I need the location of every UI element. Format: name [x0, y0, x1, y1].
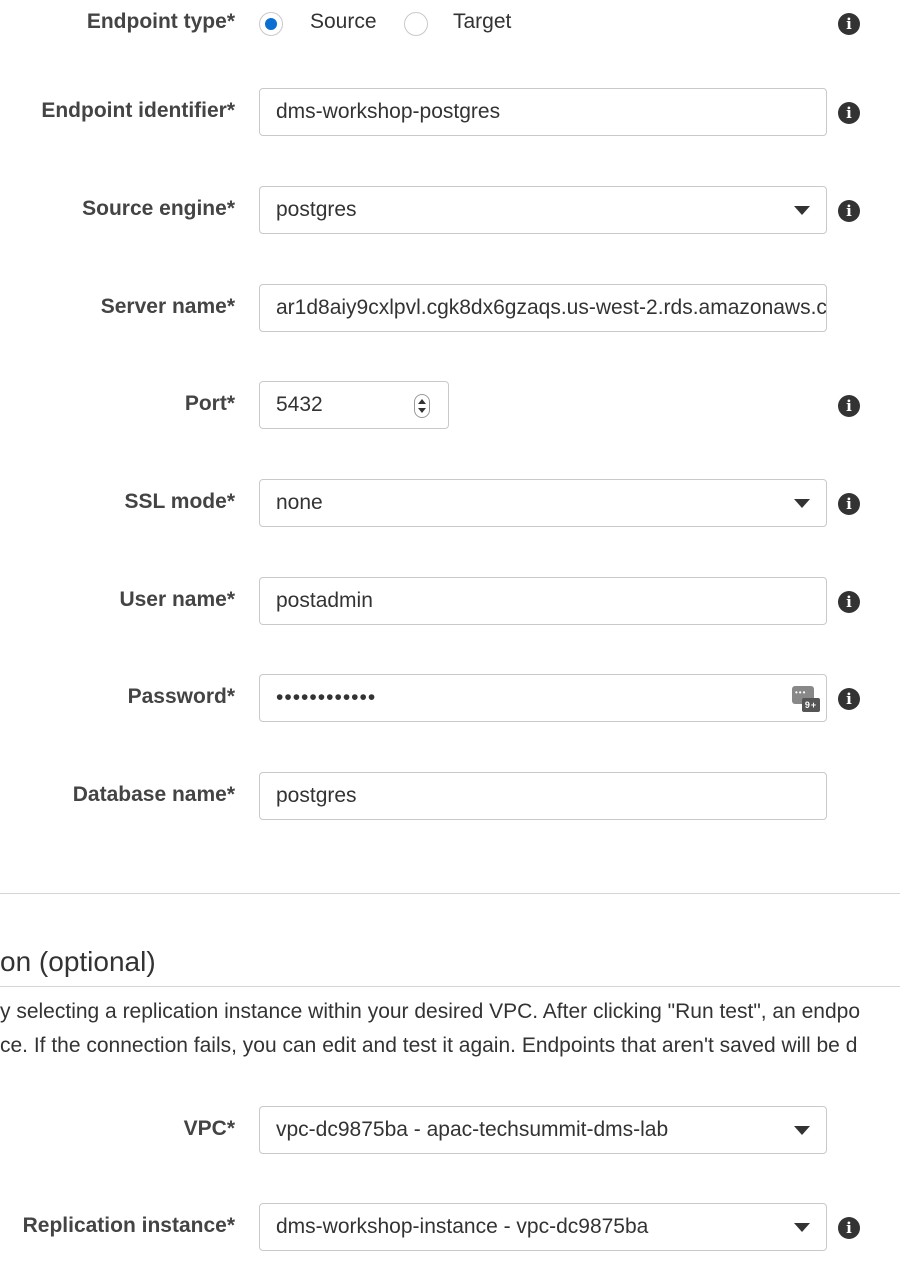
chevron-down-icon	[794, 206, 810, 215]
chevron-down-icon	[794, 1223, 810, 1232]
section-divider	[0, 893, 900, 894]
chevron-down-icon	[794, 1126, 810, 1135]
replication-instance-select[interactable]: dms-workshop-instance - vpc-dc9875ba	[259, 1203, 827, 1251]
user-name-label: User name*	[119, 588, 235, 611]
endpoint-identifier-label: Endpoint identifier*	[41, 99, 235, 122]
test-section-title: on (optional)	[0, 946, 156, 977]
info-icon[interactable]: i	[838, 1217, 860, 1239]
info-icon[interactable]: i	[838, 493, 860, 515]
ssl-mode-value: none	[276, 491, 323, 514]
password-keychain-icon[interactable]: ••• 9+	[792, 686, 820, 712]
stepper-icon[interactable]	[414, 394, 430, 418]
database-name-value: postgres	[276, 784, 357, 807]
port-label: Port*	[184, 392, 235, 415]
title-underline	[0, 986, 900, 987]
endpoint-identifier-value: dms-workshop-postgres	[276, 100, 501, 123]
radio-target-label[interactable]: Target	[453, 10, 511, 34]
password-value: ••••••••••••	[276, 686, 377, 709]
password-input[interactable]: •••••••••••• ••• 9+	[259, 674, 827, 722]
info-icon[interactable]: i	[838, 591, 860, 613]
chevron-down-icon	[794, 499, 810, 508]
endpoint-identifier-input[interactable]: dms-workshop-postgres	[259, 88, 827, 136]
source-engine-label: Source engine*	[82, 197, 235, 220]
info-icon[interactable]: i	[838, 395, 860, 417]
password-label: Password*	[127, 685, 235, 708]
server-name-value: ar1d8aiy9cxlpvl.cgk8dx6gzaqs.us-west-2.r…	[276, 296, 827, 319]
database-name-label: Database name*	[72, 783, 235, 806]
replication-instance-label: Replication instance*	[22, 1214, 235, 1237]
ssl-mode-select[interactable]: none	[259, 479, 827, 527]
user-name-input[interactable]: postadmin	[259, 577, 827, 625]
radio-source[interactable]	[259, 12, 283, 36]
radio-source-label[interactable]: Source	[310, 10, 377, 34]
port-input[interactable]: 5432	[259, 381, 449, 429]
vpc-label: VPC*	[183, 1117, 235, 1140]
port-value: 5432	[276, 393, 323, 416]
info-icon[interactable]: i	[838, 102, 860, 124]
source-engine-select[interactable]: postgres	[259, 186, 827, 234]
vpc-select[interactable]: vpc-dc9875ba - apac-techsummit-dms-lab	[259, 1106, 827, 1154]
vpc-value: vpc-dc9875ba - apac-techsummit-dms-lab	[276, 1118, 669, 1141]
endpoint-type-label: Endpoint type*	[86, 10, 235, 33]
test-section-description-line1: y selecting a replication instance withi…	[0, 1000, 861, 1023]
server-name-input[interactable]: ar1d8aiy9cxlpvl.cgk8dx6gzaqs.us-west-2.r…	[259, 284, 827, 332]
server-name-label: Server name*	[100, 295, 235, 318]
source-engine-value: postgres	[276, 198, 357, 221]
user-name-value: postadmin	[276, 589, 373, 612]
radio-target[interactable]	[404, 12, 428, 36]
replication-instance-value: dms-workshop-instance - vpc-dc9875ba	[276, 1215, 649, 1238]
info-icon[interactable]: i	[838, 200, 860, 222]
info-icon[interactable]: i	[838, 688, 860, 710]
test-section-description-line2: ce. If the connection fails, you can edi…	[0, 1034, 858, 1057]
database-name-input[interactable]: postgres	[259, 772, 827, 820]
keychain-badge: 9+	[802, 698, 820, 712]
info-icon[interactable]: i	[838, 13, 860, 35]
ssl-mode-label: SSL mode*	[124, 490, 235, 513]
